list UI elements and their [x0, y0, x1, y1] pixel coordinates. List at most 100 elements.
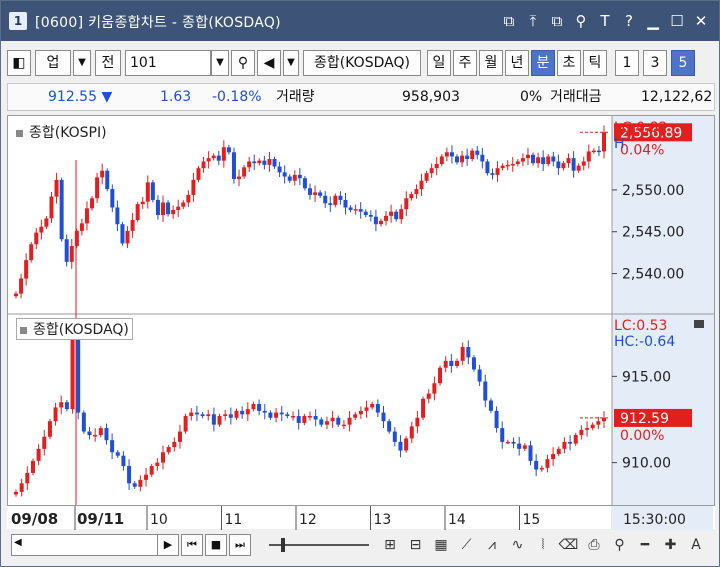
magnifier-icon[interactable]: ⚲: [609, 534, 631, 556]
period-tab-3[interactable]: 년: [505, 50, 529, 76]
period-tab-2[interactable]: 월: [479, 50, 503, 76]
candle-body: [115, 452, 120, 456]
speaker-icon[interactable]: ◀: [257, 50, 281, 76]
wave-icon[interactable]: ∿: [507, 534, 529, 556]
candle-body: [69, 245, 74, 262]
candle-body: [161, 202, 165, 215]
search-icon[interactable]: ⚲: [231, 50, 255, 76]
candle-body: [404, 438, 409, 451]
speaker-dropdown-arrow-icon[interactable]: ▼: [283, 50, 299, 76]
candle-body: [268, 412, 273, 418]
candle-body: [347, 417, 352, 425]
help-icon[interactable]: ?: [617, 9, 641, 33]
copy-window-icon[interactable]: ⧉: [545, 9, 569, 33]
pattern-icon[interactable]: ⩘: [481, 534, 503, 556]
close-icon[interactable]: ✕: [689, 9, 713, 33]
candle-body: [536, 157, 541, 164]
candle-body: [98, 428, 103, 436]
zoom-slider-thumb[interactable]: [281, 538, 285, 552]
market-dropdown-arrow-icon[interactable]: ▼: [73, 50, 91, 76]
time-label: 15:30:00: [623, 512, 686, 528]
candle-body: [285, 414, 290, 417]
zoom-out-box-icon[interactable]: ⊟: [405, 534, 427, 556]
candle-body: [585, 428, 590, 430]
interval-tab-5[interactable]: 5: [671, 50, 695, 76]
quote-price-value: 912.55: [48, 89, 97, 105]
plus-icon[interactable]: ✚: [660, 534, 682, 556]
candle-body: [363, 211, 368, 215]
trend-line-icon[interactable]: ⟋: [456, 534, 478, 556]
candle-body: [500, 428, 505, 442]
market-select[interactable]: 업: [35, 50, 71, 76]
candle-body: [149, 466, 154, 475]
candle-body: [485, 161, 490, 174]
candle-body: [460, 347, 465, 361]
candle-body: [237, 176, 242, 180]
interval-tab-3[interactable]: 3: [643, 50, 667, 76]
candle-body: [25, 472, 30, 484]
period-tab-1[interactable]: 주: [453, 50, 477, 76]
stop-icon[interactable]: ■: [205, 534, 227, 556]
candle-body: [546, 156, 551, 164]
grid-icon[interactable]: ▦: [430, 534, 452, 556]
title-bar[interactable]: 1 [0600] 키움종합차트 - 종합(KOSDAQ) ⧉ ⤒ ⧉ ⚲ T? ▁ ☐ ✕: [1, 1, 719, 41]
candle-body: [277, 166, 282, 173]
candle-body: [434, 163, 439, 169]
candle-body: [74, 230, 79, 246]
last-page-icon[interactable]: ⏭: [229, 534, 251, 556]
zoom-slider[interactable]: [269, 536, 369, 554]
layout-icon[interactable]: ◧: [7, 50, 31, 76]
pin-icon[interactable]: ⚲: [569, 9, 593, 33]
period-tab-4[interactable]: 분: [531, 50, 555, 76]
erase-icon[interactable]: ⌫: [558, 534, 580, 556]
period-tab-5[interactable]: 초: [557, 50, 581, 76]
candle-body: [551, 156, 556, 162]
period-tab-0[interactable]: 일: [427, 50, 451, 76]
chart-canvas[interactable]: 2,550.002,545.002,540.002,556.890.04%LC:…: [8, 116, 714, 506]
candle-body: [70, 338, 75, 410]
candle-body: [330, 417, 335, 422]
candle-body: [144, 474, 149, 480]
candle-body: [480, 154, 485, 162]
candle-body: [387, 421, 392, 432]
candle-body: [495, 168, 500, 175]
candle-body: [54, 179, 59, 197]
chart-area[interactable]: 2,550.00 2,545.00 2,540.00 2,556.89 0.04% LC:…: [7, 115, 715, 529]
screenshot-icon[interactable]: ⎙: [583, 534, 605, 556]
maximize-icon[interactable]: ☐: [665, 9, 689, 33]
pane-menu-icon[interactable]: [694, 320, 704, 328]
zoom-in-box-icon[interactable]: ⊞: [379, 534, 401, 556]
restore-layout-icon[interactable]: ⧉: [497, 9, 521, 33]
fib-icon[interactable]: ⦚: [532, 534, 554, 556]
amount-label: 거래대금: [550, 89, 602, 105]
stock-name-field[interactable]: 종합(KOSDAQ): [303, 50, 421, 76]
first-page-icon[interactable]: ⏮: [181, 534, 203, 556]
candle-body: [465, 155, 470, 159]
candle-body: [110, 189, 115, 208]
scroll-right-icon[interactable]: ▶: [157, 534, 179, 556]
candle-body: [381, 412, 386, 422]
candle-body: [155, 462, 160, 467]
font-A-icon[interactable]: A: [685, 534, 707, 556]
volume-label: 거래량: [276, 89, 315, 105]
minus-icon[interactable]: ━: [634, 534, 656, 556]
candle-body: [439, 156, 444, 164]
market-select-label: 업: [46, 55, 60, 71]
candle-body: [541, 157, 546, 164]
period-tab-6[interactable]: 틱: [583, 50, 607, 76]
scroll-track[interactable]: ◀: [11, 534, 175, 556]
candle-body: [494, 410, 499, 429]
code-input[interactable]: 101: [125, 50, 211, 76]
candle-body: [59, 402, 64, 408]
minimize-icon[interactable]: ▁: [641, 9, 665, 33]
font-T-icon[interactable]: T: [593, 9, 617, 33]
code-dropdown-arrow-icon[interactable]: ▼: [211, 50, 229, 76]
interval-tab-1[interactable]: 1: [615, 50, 639, 76]
quote-bar: 912.55 ▼ 1.63 -0.18% 거래량 958,903 0% 거래대금…: [7, 83, 715, 111]
all-button[interactable]: 전: [95, 50, 121, 76]
price-axis-bg: [612, 116, 714, 506]
scroll-left-icon[interactable]: ◀: [14, 537, 22, 548]
pin-top-icon[interactable]: ⤒: [521, 9, 545, 33]
candle-body: [177, 431, 182, 442]
day-label: 13: [374, 512, 392, 528]
